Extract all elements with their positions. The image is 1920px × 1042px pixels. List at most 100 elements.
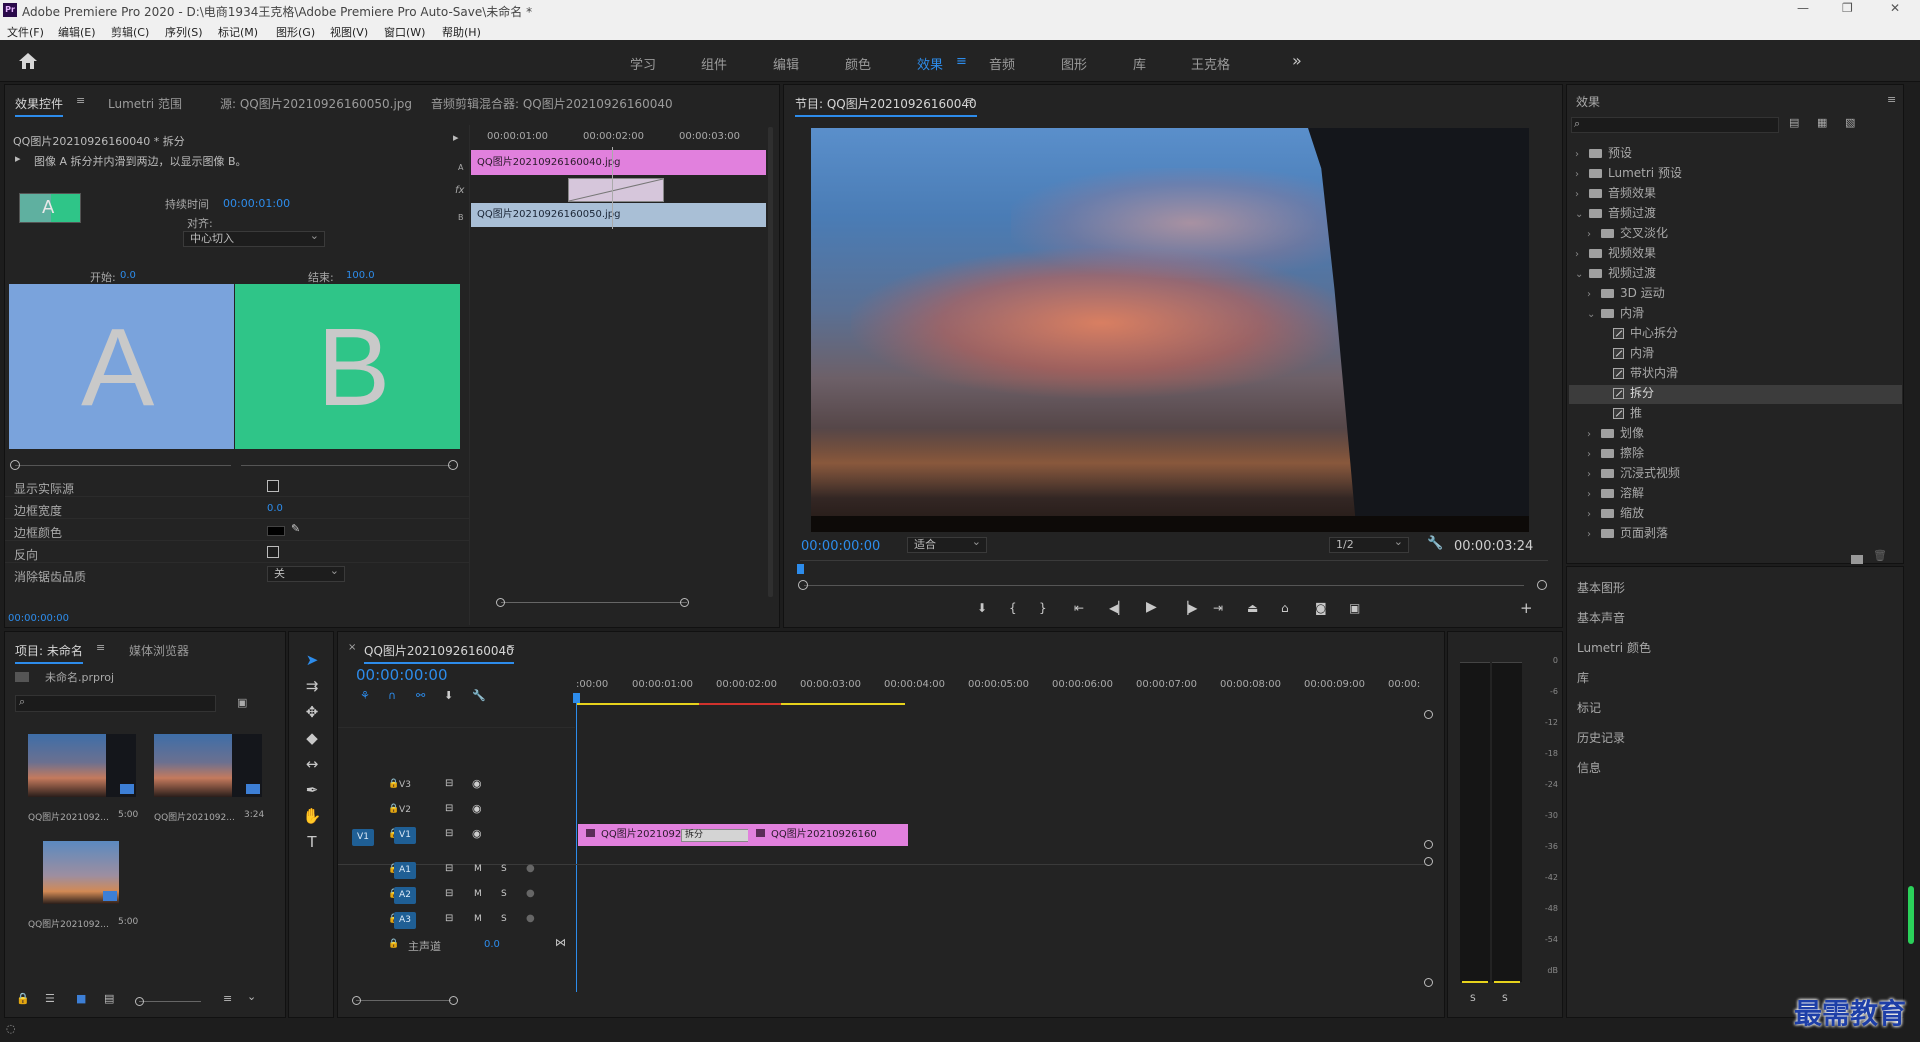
timeline-hscroll-right[interactable] xyxy=(449,996,458,1005)
workspace-graphics[interactable]: 图形 xyxy=(1061,54,1087,73)
menu-view[interactable]: 视图(V) xyxy=(330,24,368,40)
menu-sequence[interactable]: 序列(S) xyxy=(165,24,203,40)
step-back-icon[interactable]: ◀▏ xyxy=(1109,601,1127,615)
program-menu-icon[interactable]: ≡ xyxy=(965,94,974,107)
solo-button[interactable]: S xyxy=(501,889,507,899)
align-dropdown[interactable]: 中心切入 xyxy=(183,229,325,247)
workspace-libraries[interactable]: 库 xyxy=(1133,54,1146,73)
tab-project[interactable]: 项目: 未命名 xyxy=(15,642,83,664)
go-to-in-icon[interactable]: ⇤ xyxy=(1074,601,1084,615)
settings-wrench-icon[interactable]: 🔧 xyxy=(1427,536,1443,551)
lift-icon[interactable]: ⏏ xyxy=(1247,601,1258,615)
end-value[interactable]: 100.0 xyxy=(346,270,375,281)
menu-file[interactable]: 文件(F) xyxy=(7,24,44,40)
timeline-timecode[interactable]: 00:00:00:00 xyxy=(356,666,448,684)
start-value[interactable]: 0.0 xyxy=(120,270,136,281)
razor-tool[interactable]: ◆ xyxy=(300,729,324,747)
ec-clip-b[interactable]: QQ图片20210926160050.jpg xyxy=(471,203,766,227)
end-slider-handle[interactable] xyxy=(448,460,458,470)
timeline-settings-icon[interactable]: 🔧 xyxy=(472,689,486,702)
sync-lock-icon[interactable]: ⊟ xyxy=(445,888,453,899)
panel-menu-icon[interactable]: ≡ xyxy=(76,94,85,107)
tree-item-presets[interactable]: › 预设 xyxy=(1575,144,1632,161)
timeline-hscroll[interactable] xyxy=(356,1000,451,1001)
tree-item-center-split[interactable]: 中心拆分 xyxy=(1575,324,1678,341)
track-a1-toggle[interactable]: A1 xyxy=(394,862,416,879)
eye-icon[interactable]: ◉ xyxy=(472,802,482,815)
workspace-menu-icon[interactable]: ≡ xyxy=(956,54,967,69)
sync-lock-icon[interactable]: ⊟ xyxy=(445,778,453,789)
step-forward-icon[interactable]: ▕▶ xyxy=(1179,601,1197,615)
hand-tool[interactable]: ✋ xyxy=(300,807,324,825)
end-slider-track[interactable] xyxy=(241,465,451,466)
add-marker-icon[interactable]: ⬇ xyxy=(444,689,453,702)
compare-view-icon[interactable]: ▣ xyxy=(1349,601,1360,615)
ec-playhead[interactable] xyxy=(612,147,613,229)
sequence-menu-icon[interactable]: ≡ xyxy=(506,641,515,654)
timeline-ruler[interactable]: :00:00 00:00:01:00 00:00:02:00 00:00:03:… xyxy=(576,676,1420,706)
yuv-effects-icon[interactable]: ▧ xyxy=(1845,116,1855,129)
tree-item-split[interactable]: 拆分 xyxy=(1575,384,1654,401)
thumb-size-handle[interactable] xyxy=(135,997,144,1006)
tree-item-wipe[interactable]: › 擦除 xyxy=(1575,444,1644,461)
ec-transition-bar[interactable] xyxy=(568,178,664,202)
track-v2-toggle[interactable]: V2 xyxy=(394,802,416,819)
master-track-value[interactable]: 0.0 xyxy=(484,939,500,950)
ripple-edit-tool[interactable]: ✥ xyxy=(300,703,324,721)
fit-dropdown[interactable]: 适合 xyxy=(907,535,987,553)
anti-aliasing-dropdown[interactable]: 关 xyxy=(267,564,345,582)
mic-icon[interactable]: ● xyxy=(526,888,535,899)
tree-item-slide[interactable]: ⌄ 内滑 xyxy=(1575,304,1644,321)
project-search-input[interactable] xyxy=(15,695,216,712)
delete-icon[interactable]: 🗑 xyxy=(1873,549,1887,562)
section-lumetri-color[interactable]: Lumetri 颜色 xyxy=(1577,639,1651,656)
tree-item-zoom[interactable]: › 缩放 xyxy=(1575,504,1644,521)
reverse-checkbox[interactable] xyxy=(267,546,279,558)
button-editor-icon[interactable]: + xyxy=(1520,599,1533,617)
program-scrub-bar[interactable] xyxy=(800,560,1548,570)
effect-controls-timecode[interactable]: 00:00:00:00 xyxy=(8,613,69,624)
border-color-swatch[interactable] xyxy=(267,526,285,536)
mic-icon[interactable]: ● xyxy=(526,913,535,924)
effects-search-input[interactable] xyxy=(1571,117,1779,133)
timeline-vscroll-mid[interactable] xyxy=(1424,840,1433,849)
ec-zoom-right-handle[interactable] xyxy=(680,598,689,607)
sync-lock-icon[interactable]: ⊟ xyxy=(445,828,453,839)
track-v1-toggle[interactable]: V1 xyxy=(394,827,416,844)
timeline-vscroll-mid2[interactable] xyxy=(1424,857,1433,866)
lock-icon[interactable]: 🔒 xyxy=(388,939,399,949)
program-monitor-title[interactable]: 节目: QQ图片20210926160040 xyxy=(795,95,977,117)
show-actual-sources-checkbox[interactable] xyxy=(267,480,279,492)
ec-scrollbar[interactable] xyxy=(768,127,773,597)
project-item[interactable]: QQ图片2021092... 3:24 xyxy=(150,734,268,834)
mute-button[interactable]: M xyxy=(474,864,482,874)
track-a3-toggle[interactable]: A3 xyxy=(394,912,416,929)
menu-help[interactable]: 帮助(H) xyxy=(442,24,481,40)
minimize-button[interactable]: — xyxy=(1797,1,1809,15)
solo-right-button[interactable]: S xyxy=(1502,994,1508,1004)
tab-audio-clip-mixer[interactable]: 音频剪辑混合器: QQ图片20210926160040 xyxy=(431,95,673,112)
sort-icon[interactable]: ≡ xyxy=(223,992,232,1005)
tree-item-band-slide[interactable]: 带状内滑 xyxy=(1575,364,1678,381)
ec-clip-a[interactable]: QQ图片20210926160040.jpg xyxy=(471,150,766,175)
mark-out-icon[interactable]: } xyxy=(1039,601,1047,615)
menu-edit[interactable]: 编辑(E) xyxy=(58,24,96,40)
selection-tool[interactable]: ➤ xyxy=(300,651,324,669)
tab-lumetri-scopes[interactable]: Lumetri 范围 xyxy=(108,95,182,112)
workspace-learn[interactable]: 学习 xyxy=(630,54,656,73)
accelerated-effects-icon[interactable]: ▤ xyxy=(1789,116,1799,129)
tree-item-audio-effects[interactable]: › 音频效果 xyxy=(1575,184,1656,201)
source-patch-v1[interactable]: V1 xyxy=(352,829,374,846)
tree-item-slide-fx[interactable]: 内滑 xyxy=(1575,344,1654,361)
timeline-clip-2[interactable]: QQ图片20210926160 xyxy=(748,824,908,846)
sync-lock-icon[interactable]: ⊟ xyxy=(445,913,453,924)
play-button[interactable]: ▶ xyxy=(1146,599,1157,615)
workspace-effects[interactable]: 效果 xyxy=(917,54,943,73)
mic-icon[interactable]: ● xyxy=(526,863,535,874)
go-to-end-icon[interactable]: ⋈ xyxy=(555,936,566,949)
tree-item-video-transitions[interactable]: ⌄ 视频过渡 xyxy=(1575,264,1656,281)
snap-icon[interactable]: ∩ xyxy=(388,689,396,702)
workspace-editing[interactable]: 编辑 xyxy=(773,54,799,73)
pen-tool[interactable]: ✒ xyxy=(300,781,324,799)
nest-icon[interactable]: ⚘ xyxy=(360,689,370,702)
